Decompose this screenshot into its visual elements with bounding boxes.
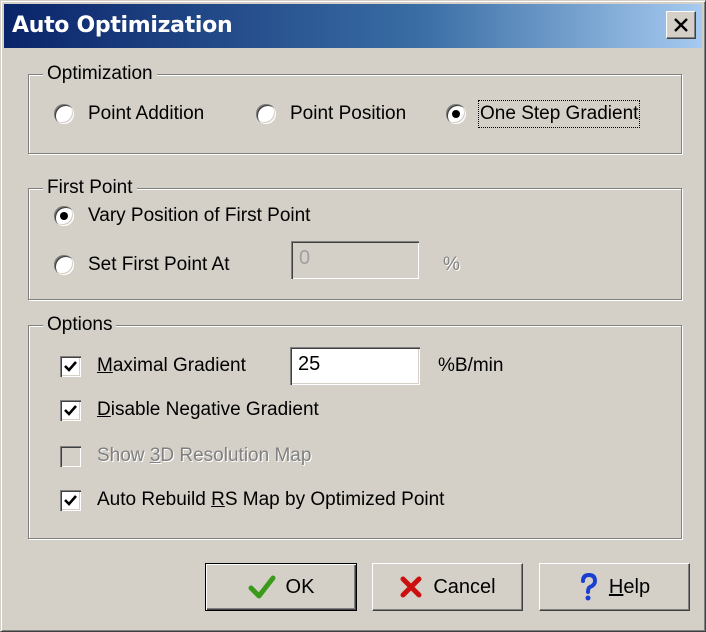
maximal-gradient-field[interactable]: 25 (290, 347, 420, 385)
point-position-label[interactable]: Point Position (290, 102, 406, 126)
show-3d-resolution-map-checkbox[interactable] (60, 446, 81, 467)
radio-one-step-gradient[interactable] (446, 104, 466, 124)
maximal-gradient-unit-label: %B/min (438, 355, 504, 376)
point-addition-label[interactable]: Point Addition (88, 102, 204, 126)
set-first-point-label[interactable]: Set First Point At (88, 253, 230, 277)
auto-rebuild-label-prefix: Auto Rebuild (97, 489, 212, 510)
help-label-rest: elp (623, 575, 651, 598)
radio-point-addition[interactable] (54, 104, 74, 124)
cancel-button[interactable]: Cancel (372, 563, 523, 611)
disable-negative-mnemonic: D (97, 399, 111, 420)
checkmark-icon (64, 361, 77, 372)
maximal-gradient-checkbox[interactable] (60, 356, 81, 377)
disable-negative-gradient-checkbox[interactable] (60, 400, 81, 421)
question-mark-icon (580, 573, 597, 601)
help-button[interactable]: Help (539, 563, 690, 611)
close-icon (674, 18, 688, 32)
help-mnemonic: H (608, 575, 624, 598)
auto-optimization-dialog: Auto Optimization Optimization Point Add… (0, 0, 706, 632)
show-3d-label-prefix: Show (97, 445, 150, 466)
maximal-gradient-label[interactable]: Maximal Gradient (97, 354, 246, 378)
auto-rebuild-rs-map-label[interactable]: Auto Rebuild RS Map by Optimized Point (97, 488, 444, 512)
window-title: Auto Optimization (12, 13, 233, 38)
auto-rebuild-mnemonic: R (211, 489, 225, 510)
title-bar[interactable]: Auto Optimization (4, 4, 702, 48)
auto-rebuild-rs-map-checkbox[interactable] (60, 490, 81, 511)
checkmark-icon (64, 495, 77, 506)
maximal-gradient-mnemonic: M (97, 355, 113, 376)
show-3d-resolution-map-label[interactable]: Show 3D Resolution Map (97, 444, 311, 468)
radio-vary-position[interactable] (54, 206, 74, 226)
one-step-gradient-label[interactable]: One Step Gradient (477, 100, 641, 128)
show-3d-label-rest: D Resolution Map (160, 445, 312, 466)
checkmark-icon (64, 405, 77, 416)
first-point-value-field[interactable]: 0 (291, 241, 419, 279)
vary-position-label[interactable]: Vary Position of First Point (88, 204, 310, 228)
auto-rebuild-label-rest: S Map by Optimized Point (224, 489, 445, 510)
radio-set-first-point[interactable] (54, 255, 74, 275)
checkmark-icon (248, 575, 276, 599)
options-group-label: Options (43, 313, 117, 337)
disable-negative-label-rest: isable Negative Gradient (110, 399, 319, 420)
first-point-unit-label: % (443, 254, 460, 275)
help-button-label: Help (609, 576, 650, 599)
ok-button-label: OK (285, 575, 315, 598)
cancel-button-label: Cancel (433, 575, 496, 598)
radio-point-position[interactable] (256, 104, 276, 124)
ok-button[interactable]: OK (205, 563, 357, 611)
close-button[interactable] (666, 11, 696, 39)
show-3d-mnemonic: 3 (149, 445, 161, 466)
optimization-group-label: Optimization (43, 62, 157, 86)
x-mark-icon (400, 576, 422, 598)
disable-negative-gradient-label[interactable]: Disable Negative Gradient (97, 398, 319, 422)
first-point-group-label: First Point (43, 176, 137, 200)
maximal-gradient-label-rest: aximal Gradient (112, 355, 246, 376)
